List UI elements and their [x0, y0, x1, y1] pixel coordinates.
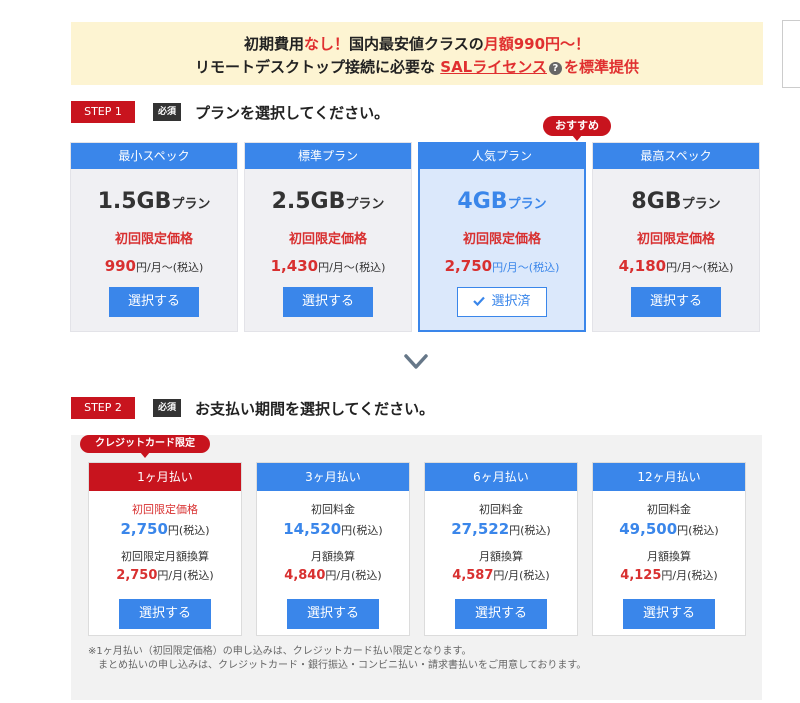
- period-label-2: 月額換算: [647, 550, 691, 563]
- period-card-1-month[interactable]: 1ヶ月払い 初回限定価格 2,750円(税込) 初回限定月額換算 2,750円/…: [88, 462, 242, 636]
- plan-price: 2,750円/月〜(税込): [444, 257, 560, 275]
- plan-price: 990円/月〜(税込): [104, 257, 204, 275]
- plan-name: 4GBプラン: [457, 189, 547, 214]
- period-card-3-months[interactable]: 3ヶ月払い 初回料金 14,520円(税込) 月額換算 4,840円/月(税込)…: [256, 462, 410, 636]
- plan-name: 8GBプラン: [631, 189, 721, 214]
- credit-only-tag: クレジットカード限定: [80, 435, 210, 458]
- step2-header: STEP 2 必須 お支払い期間を選択してください。: [71, 397, 434, 419]
- plan-card-1-5gb[interactable]: 最小スペック 1.5GBプラン 初回限定価格 990円/月〜(税込) 選択する: [70, 142, 238, 332]
- period-label-2: 初回限定月額換算: [121, 550, 209, 563]
- banner-highlight: なし！: [303, 35, 349, 53]
- payment-note: ※1ヶ月払い（初回限定価格）の申し込みは、クレジットカード払い限定となります。 …: [88, 645, 586, 673]
- banner-highlight: 月額990円〜！: [483, 35, 591, 53]
- period-value-1: 27,522円(税込): [451, 520, 551, 538]
- select-plan-button[interactable]: 選択する: [631, 287, 721, 317]
- period-label-1: 初回料金: [647, 503, 691, 516]
- select-period-button[interactable]: 選択する: [287, 599, 379, 629]
- step1-badge: STEP 1: [71, 101, 135, 123]
- plan-header: 標準プラン: [245, 143, 411, 169]
- period-header: 1ヶ月払い: [89, 463, 241, 491]
- banner-highlight: を標準提供: [563, 58, 639, 76]
- period-value-1: 14,520円(税込): [283, 520, 383, 538]
- plan-limited-label: 初回限定価格: [114, 232, 193, 247]
- period-label-1: 初回料金: [311, 503, 355, 516]
- plan-limited-label: 初回限定価格: [288, 232, 367, 247]
- plan-header: 最高スペック: [593, 143, 759, 169]
- recommend-tag: おすすめ: [543, 116, 611, 141]
- plan-card-4gb[interactable]: 人気プラン 4GBプラン 初回限定価格 2,750円/月〜(税込) 選択済: [418, 142, 586, 332]
- banner-line-2: リモートデスクトップ接続に必要な SALライセンス? を標準提供: [71, 56, 763, 77]
- period-header: 12ヶ月払い: [593, 463, 745, 491]
- period-label-1: 初回限定価格: [132, 503, 198, 516]
- period-value-1: 2,750円(税込): [120, 520, 210, 538]
- period-header: 3ヶ月払い: [257, 463, 409, 491]
- plan-limited-label: 初回限定価格: [462, 232, 541, 247]
- period-value-2: 2,750円/月(税込): [116, 568, 214, 583]
- period-header: 6ヶ月払い: [425, 463, 577, 491]
- step1-header: STEP 1 必須 プランを選択してください。: [71, 101, 389, 123]
- period-card-12-months[interactable]: 12ヶ月払い 初回料金 49,500円(税込) 月額換算 4,125円/月(税込…: [592, 462, 746, 636]
- select-plan-button[interactable]: 選択する: [283, 287, 373, 317]
- check-icon: [473, 296, 486, 307]
- step2-title: お支払い期間を選択してください。: [195, 399, 435, 418]
- period-card-6-months[interactable]: 6ヶ月払い 初回料金 27,522円(税込) 月額換算 4,587円/月(税込)…: [424, 462, 578, 636]
- banner-text: 初期費用: [243, 35, 304, 53]
- period-value-2: 4,840円/月(税込): [284, 568, 382, 583]
- plan-card-2-5gb[interactable]: 標準プラン 2.5GBプラン 初回限定価格 1,430円/月〜(税込) 選択する: [244, 142, 412, 332]
- promo-banner: 初期費用なし！国内最安値クラスの月額990円〜！ リモートデスクトップ接続に必要…: [71, 22, 763, 85]
- period-label-2: 月額換算: [311, 550, 355, 563]
- sal-license-link[interactable]: SALライセンス: [440, 58, 547, 76]
- note-line-1: ※1ヶ月払い（初回限定価格）の申し込みは、クレジットカード払い限定となります。: [88, 646, 472, 657]
- side-widget[interactable]: [782, 20, 800, 88]
- selected-plan-button[interactable]: 選択済: [457, 287, 547, 317]
- plan-header: 人気プラン: [420, 144, 584, 169]
- plan-header: 最小スペック: [71, 143, 237, 169]
- select-plan-button[interactable]: 選択する: [109, 287, 199, 317]
- required-badge: 必須: [153, 399, 181, 417]
- step2-badge: STEP 2: [71, 397, 135, 419]
- plan-name: 2.5GBプラン: [271, 189, 385, 214]
- required-badge: 必須: [153, 103, 181, 121]
- plan-name: 1.5GBプラン: [97, 189, 211, 214]
- banner-text: 国内最安値クラスの: [349, 35, 484, 53]
- select-period-button[interactable]: 選択する: [119, 599, 211, 629]
- step1-title: プランを選択してください。: [195, 103, 390, 122]
- select-period-button[interactable]: 選択する: [455, 599, 547, 629]
- select-period-button[interactable]: 選択する: [623, 599, 715, 629]
- help-icon[interactable]: ?: [548, 62, 562, 75]
- period-label-2: 月額換算: [479, 550, 523, 563]
- banner-line-1: 初期費用なし！国内最安値クラスの月額990円〜！: [71, 33, 763, 54]
- period-value-1: 49,500円(税込): [619, 520, 719, 538]
- period-label-1: 初回料金: [479, 503, 523, 516]
- plan-card-8gb[interactable]: 最高スペック 8GBプラン 初回限定価格 4,180円/月〜(税込) 選択する: [592, 142, 760, 332]
- plan-limited-label: 初回限定価格: [636, 232, 715, 247]
- banner-text: リモートデスクトップ接続に必要な: [195, 58, 441, 76]
- note-line-2: まとめ払いの申し込みは、クレジットカード・銀行振込・コンビニ払い・請求書払いをご…: [98, 660, 587, 671]
- period-value-2: 4,587円/月(税込): [452, 568, 550, 583]
- plan-price: 4,180円/月〜(税込): [618, 257, 734, 275]
- period-value-2: 4,125円/月(税込): [620, 568, 718, 583]
- plan-price: 1,430円/月〜(税込): [270, 257, 386, 275]
- chevron-down-icon: [404, 354, 428, 369]
